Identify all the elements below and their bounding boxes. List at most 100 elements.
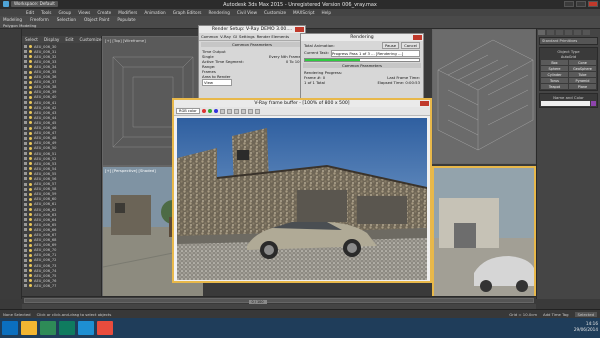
modify-tab-icon[interactable]	[547, 30, 554, 35]
menu-civil-view[interactable]: Civil View	[237, 10, 257, 15]
visibility-icon[interactable]	[24, 218, 27, 222]
menu-graph-editors[interactable]: Graph Editors	[173, 10, 202, 15]
green-channel-icon[interactable]	[208, 109, 212, 113]
teapot-button[interactable]: Teapot	[541, 84, 568, 89]
start-button-icon[interactable]	[2, 321, 18, 335]
area-dropdown[interactable]: View	[202, 79, 232, 86]
pyramid-button[interactable]: Pyramid	[569, 78, 596, 83]
visibility-icon[interactable]	[24, 238, 27, 242]
pause-button[interactable]: Pause	[381, 42, 400, 49]
ribbon-tab-selection[interactable]: Selection	[57, 17, 76, 22]
visibility-icon[interactable]	[24, 70, 27, 74]
key-filter-dropdown[interactable]: Selected	[574, 311, 597, 317]
visibility-icon[interactable]	[24, 177, 27, 181]
visibility-icon[interactable]	[24, 121, 27, 125]
ribbon-tab-object-paint[interactable]: Object Paint	[84, 17, 109, 22]
visibility-icon[interactable]	[24, 85, 27, 89]
channel-dropdown[interactable]: RGB color	[176, 108, 200, 114]
visibility-icon[interactable]	[24, 60, 27, 64]
ribbon-tab-modeling[interactable]: Modeling	[3, 17, 22, 22]
close-button[interactable]	[588, 1, 598, 7]
visibility-icon[interactable]	[24, 243, 27, 247]
explorer-select[interactable]: Select	[25, 37, 38, 42]
tab-render-elements[interactable]: Render Elements	[257, 34, 289, 39]
visibility-icon[interactable]	[24, 131, 27, 135]
list-item[interactable]: AEU_006_77	[24, 283, 99, 288]
time-slider-track[interactable]: 0 / 100	[24, 298, 534, 305]
app-logo-icon[interactable]	[3, 1, 9, 7]
visibility-icon[interactable]	[24, 279, 27, 283]
viewport-label[interactable]: [+] [Top] [Wireframe]	[105, 38, 146, 43]
menu-modifiers[interactable]: Modifiers	[118, 10, 137, 15]
menu-help[interactable]: Help	[322, 10, 332, 15]
visibility-icon[interactable]	[24, 146, 27, 150]
plane-button[interactable]: Plane	[569, 84, 596, 89]
hierarchy-tab-icon[interactable]	[556, 30, 563, 35]
tab-gi[interactable]: GI	[233, 34, 237, 39]
color-swatch[interactable]	[591, 101, 596, 106]
visibility-icon[interactable]	[24, 274, 27, 278]
visibility-icon[interactable]	[24, 55, 27, 59]
cancel-button[interactable]: Cancel	[401, 42, 420, 49]
explorer-display[interactable]: Display	[44, 37, 59, 42]
ie-icon[interactable]	[78, 321, 94, 335]
close-button[interactable]	[413, 35, 422, 40]
visibility-icon[interactable]	[24, 106, 27, 110]
photoshop-icon[interactable]	[97, 321, 113, 335]
box-button[interactable]: Box	[541, 60, 568, 65]
menu-edit[interactable]: Edit	[26, 10, 34, 15]
primitive-type-dropdown[interactable]: Standard Primitives	[539, 37, 598, 45]
visibility-icon[interactable]	[24, 111, 27, 115]
menu-customize[interactable]: Customize	[264, 10, 286, 15]
menu-create[interactable]: Create	[97, 10, 111, 15]
visibility-icon[interactable]	[24, 101, 27, 105]
viewport-label[interactable]: [+] [Perspective] [Shaded]	[105, 168, 156, 173]
ribbon-tab-populate[interactable]: Populate	[117, 17, 135, 22]
3dsmax-icon[interactable]	[59, 321, 75, 335]
tab-settings[interactable]: Settings	[239, 34, 255, 39]
visibility-icon[interactable]	[24, 192, 27, 196]
visibility-icon[interactable]	[24, 182, 27, 186]
visibility-icon[interactable]	[24, 248, 27, 252]
maximize-button[interactable]	[576, 1, 586, 7]
tube-button[interactable]: Tube	[569, 72, 596, 77]
menu-animation[interactable]: Animation	[144, 10, 165, 15]
visibility-icon[interactable]	[24, 167, 27, 171]
visibility-icon[interactable]	[24, 152, 27, 156]
tab-common[interactable]: Common	[201, 34, 218, 39]
menu-maxscript[interactable]: MAXScript	[293, 10, 315, 15]
duplicate-icon[interactable]	[234, 108, 239, 114]
track-mouse-icon[interactable]	[241, 108, 246, 114]
common-params-title[interactable]: Common Parameters	[201, 42, 303, 47]
visibility-icon[interactable]	[24, 253, 27, 257]
visibility-icon[interactable]	[24, 162, 27, 166]
visibility-icon[interactable]	[24, 65, 27, 69]
visibility-icon[interactable]	[24, 45, 27, 49]
region-render-icon[interactable]	[248, 108, 253, 114]
workspace-selector[interactable]: Workspace: Default	[11, 1, 58, 7]
geosphere-button[interactable]: GeoSphere	[569, 66, 596, 71]
menu-rendering[interactable]: Rendering	[208, 10, 229, 15]
save-image-icon[interactable]	[220, 108, 225, 114]
menu-views[interactable]: Views	[78, 10, 90, 15]
visibility-icon[interactable]	[24, 187, 27, 191]
visibility-icon[interactable]	[24, 141, 27, 145]
cone-button[interactable]: Cone	[569, 60, 596, 65]
explorer-icon[interactable]	[21, 321, 37, 335]
visibility-icon[interactable]	[24, 233, 27, 237]
visibility-icon[interactable]	[24, 157, 27, 161]
motion-tab-icon[interactable]	[565, 30, 572, 35]
visibility-icon[interactable]	[24, 136, 27, 140]
create-tab-icon[interactable]	[538, 30, 545, 35]
visibility-icon[interactable]	[24, 126, 27, 130]
visibility-icon[interactable]	[24, 80, 27, 84]
visibility-icon[interactable]	[24, 284, 27, 288]
visibility-icon[interactable]	[24, 116, 27, 120]
viewport-bottom-right[interactable]	[432, 166, 536, 299]
visibility-icon[interactable]	[24, 50, 27, 54]
tab-vray[interactable]: V-Ray	[220, 34, 231, 39]
cylinder-button[interactable]: Cylinder	[541, 72, 568, 77]
minimize-button[interactable]	[564, 1, 574, 7]
close-button[interactable]	[420, 101, 429, 106]
utilities-tab-icon[interactable]	[583, 30, 590, 35]
